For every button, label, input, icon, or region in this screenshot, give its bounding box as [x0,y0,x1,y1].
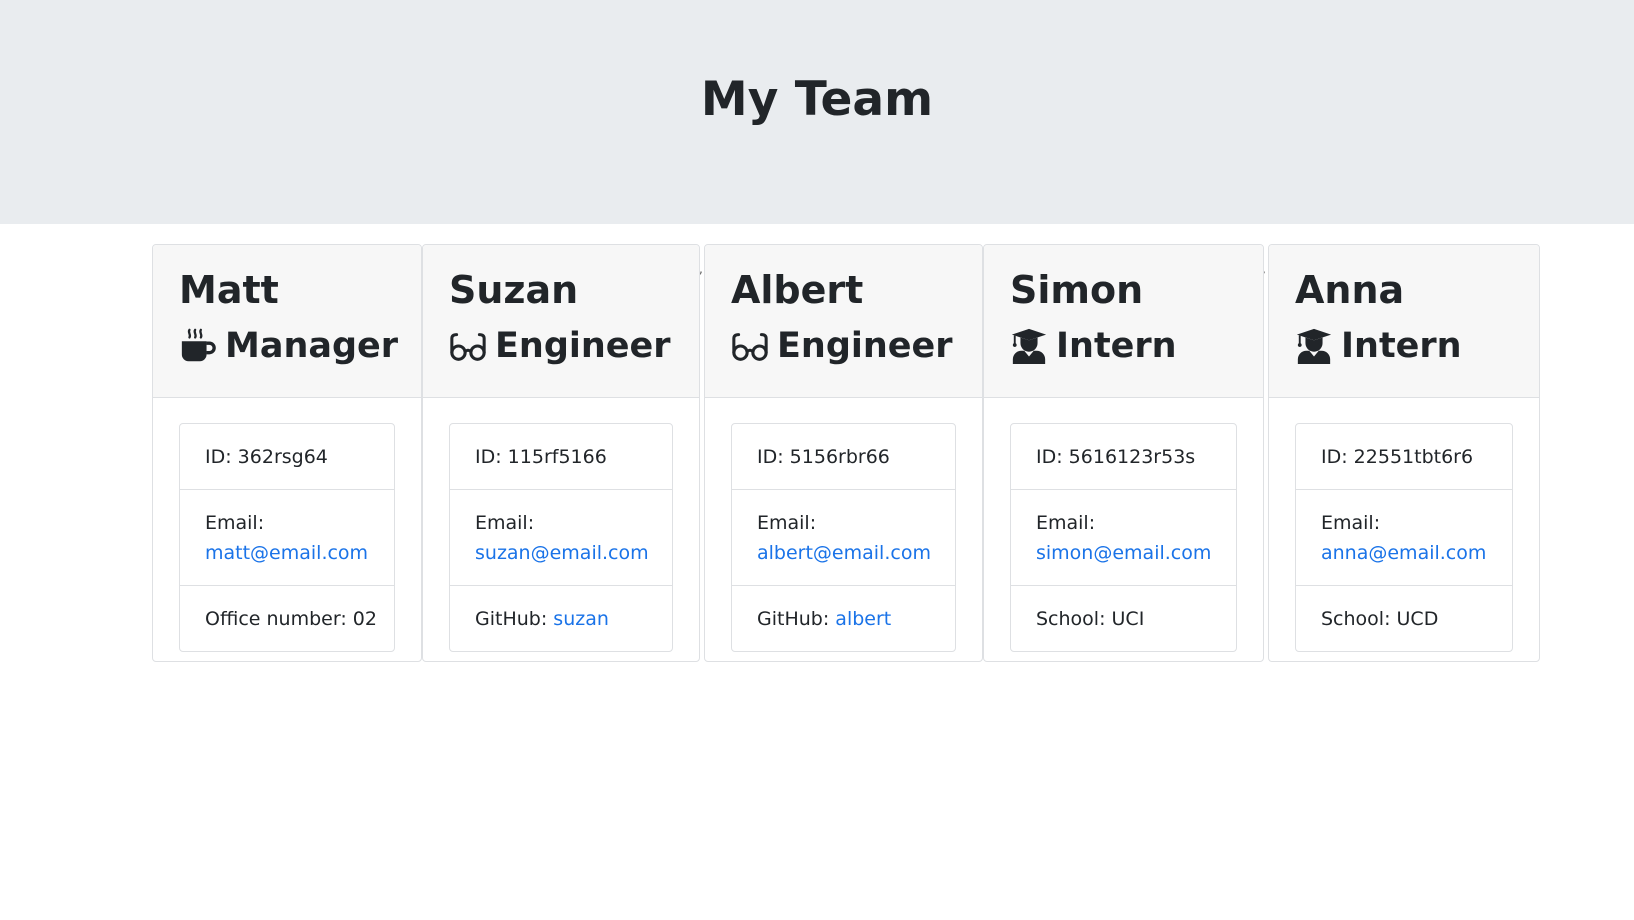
role-label: Manager [225,326,399,366]
employee-name: Albert [731,268,864,312]
email-link[interactable]: anna@email.com [1321,542,1486,564]
email-item: Email: albert@email.com [732,490,955,586]
info-list: ID: 5156rbr66 Email: albert@email.com Gi… [731,423,956,652]
employee-card-matt: Matt Manager ID: 362rsg64 Email: matt@em… [152,244,422,662]
glasses-icon [731,327,769,365]
glasses-icon [449,327,487,365]
info-list: ID: 115rf5166 Email: suzan@email.com Git… [449,423,673,652]
header-banner: My Team [0,0,1634,224]
email-label: Email: [1321,512,1381,534]
card-header: Simon Intern [984,245,1263,398]
github-item: GitHub: suzan [450,586,672,651]
coffee-mug-icon [179,327,217,365]
id-item: ID: 5616123r53s [1011,424,1236,490]
employee-role: Engineer [731,321,953,371]
employee-role: Engineer [449,321,671,371]
github-item: GitHub: albert [732,586,955,651]
employee-name: Suzan [449,268,579,312]
role-label: Engineer [495,326,671,366]
role-label: Intern [1056,326,1177,366]
employee-role: Manager [179,321,398,371]
page-title: My Team [700,72,934,127]
employee-role: Intern [1295,321,1462,371]
card-header: Suzan Engineer [423,245,699,398]
github-link[interactable]: albert [835,608,891,630]
id-item: ID: 22551tbt6r6 [1296,424,1512,490]
employee-name: Simon [1010,268,1144,312]
info-list: ID: 362rsg64 Email: matt@email.com Offic… [179,423,395,652]
id-item: ID: 362rsg64 [180,424,394,490]
email-label: Email: [1036,512,1096,534]
office-number-item: Office number: 02 [205,608,377,630]
employee-role: Intern [1010,321,1177,371]
employee-card-anna: Anna Intern ID: 22551tbt6r6 Email: anna@… [1268,244,1540,662]
email-item: Email: anna@email.com [1296,490,1512,586]
info-list: ID: 22551tbt6r6 Email: anna@email.com Sc… [1295,423,1513,652]
email-link[interactable]: albert@email.com [757,542,931,564]
card-header: Matt Manager [153,245,421,398]
id-item: ID: 115rf5166 [450,424,672,490]
email-item: Email: matt@email.com [180,490,394,586]
github-label: GitHub: [757,608,836,630]
school-item: School: UCI [1036,608,1145,630]
card-header: Albert Engineer [705,245,982,398]
github-label: GitHub: [475,608,554,630]
github-link[interactable]: suzan [553,608,609,630]
graduate-icon [1010,327,1048,365]
role-label: Intern [1341,326,1462,366]
email-label: Email: [205,512,265,534]
role-label: Engineer [777,326,953,366]
employee-name: Anna [1295,268,1405,312]
email-item: Email: simon@email.com [1011,490,1236,586]
employee-card-simon: Simon Intern ID: 5616123r53s Email: simo… [983,244,1264,662]
graduate-icon [1295,327,1333,365]
employee-card-suzan: Suzan Engineer ID: 115rf5166 Email: suza… [422,244,700,662]
email-link[interactable]: simon@email.com [1036,542,1211,564]
info-list: ID: 5616123r53s Email: simon@email.com S… [1010,423,1237,652]
employee-card-albert: Albert Engineer ID: 5156rbr66 Email: alb… [704,244,983,662]
email-label: Email: [475,512,535,534]
email-label: Email: [757,512,817,534]
id-item: ID: 5156rbr66 [732,424,955,490]
card-header: Anna Intern [1269,245,1539,398]
employee-name: Matt [179,268,279,312]
school-item: School: UCD [1321,608,1439,630]
email-link[interactable]: suzan@email.com [475,542,649,564]
email-link[interactable]: matt@email.com [205,542,368,564]
email-item: Email: suzan@email.com [450,490,672,586]
